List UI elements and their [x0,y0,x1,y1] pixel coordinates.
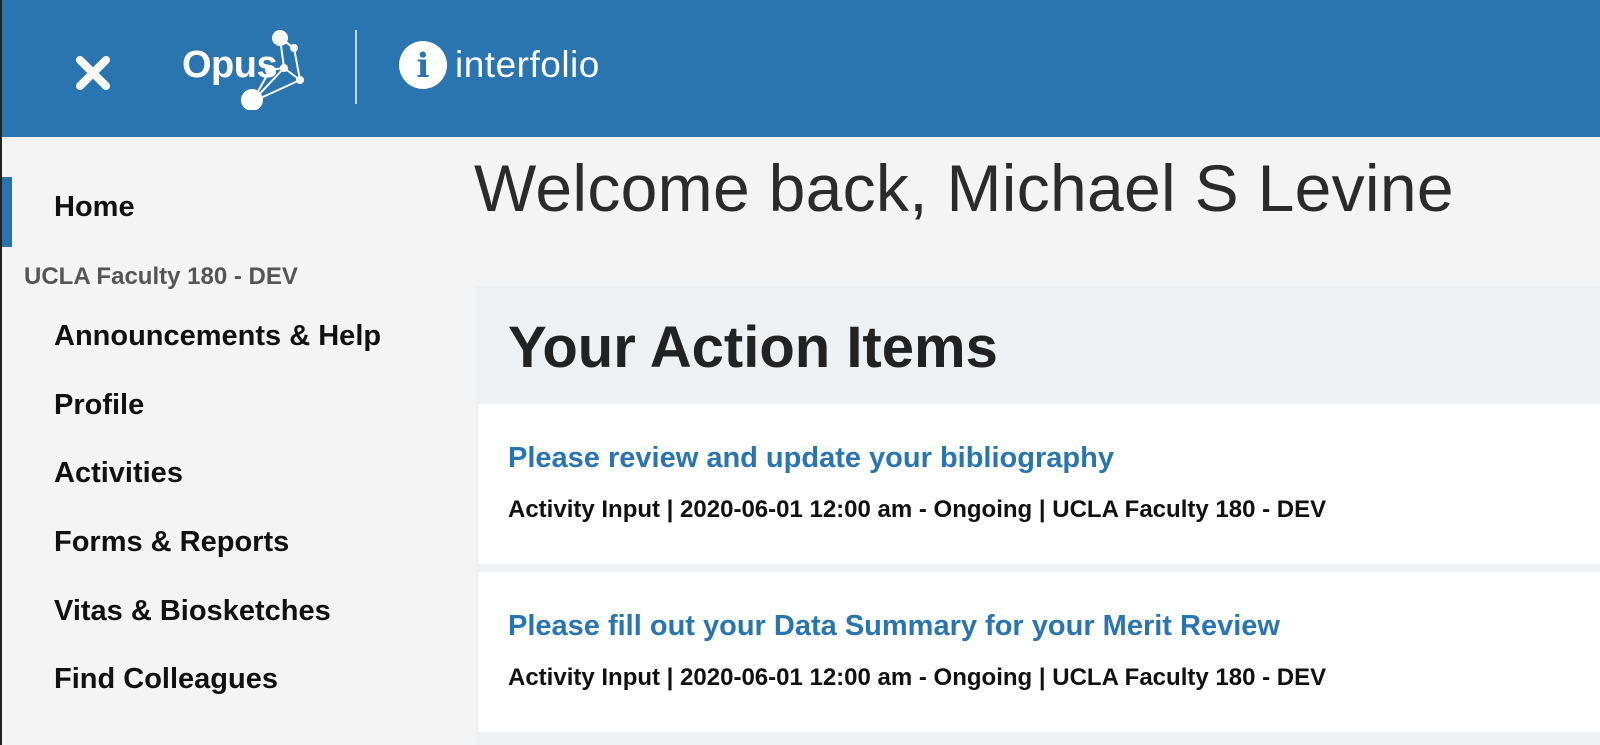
sidebar-section-label: UCLA Faculty 180 - DEV [24,263,298,290]
sidebar-nav: Home UCLA Faculty 180 - DEV Announcement… [2,137,472,745]
action-items-panel: Your Action Items Please review and upda… [476,286,1600,745]
close-menu-button[interactable] [64,44,122,102]
sidebar-item-find-colleagues[interactable]: Find Colleagues [54,663,278,696]
close-icon [76,56,110,90]
action-item-card: Please fill out your Data Summary for yo… [478,572,1600,732]
action-item-meta: Activity Input | 2020-06-01 12:00 am - O… [508,496,1327,523]
header-divider [355,30,357,104]
interfolio-logo-letter: i [416,46,430,86]
top-header: Opus i interfolio [2,0,1600,137]
page-title: Welcome back, Michael S Levine [474,151,1454,225]
sidebar-item-home[interactable]: Home [54,191,135,224]
interfolio-logo-text: interfolio [455,44,600,85]
sidebar-item-announcements[interactable]: Announcements & Help [54,320,381,353]
opus-logo[interactable]: Opus [182,26,312,110]
interfolio-info-icon: i [399,41,447,89]
sidebar-item-forms-reports[interactable]: Forms & Reports [54,526,289,559]
action-items-title: Your Action Items [508,315,998,380]
interfolio-logo[interactable]: i interfolio [399,40,600,90]
sidebar-item-vitas-biosketches[interactable]: Vitas & Biosketches [54,595,331,628]
app-root: Opus i interfolio Home UCLA Faculty 180 … [0,0,1600,745]
action-item-link[interactable]: Please fill out your Data Summary for yo… [508,610,1280,643]
action-item-card: Please review and update your bibliograp… [478,404,1600,564]
sidebar-item-activities[interactable]: Activities [54,457,183,490]
active-nav-indicator [2,177,12,247]
action-item-meta: Activity Input | 2020-06-01 12:00 am - O… [508,664,1327,691]
sidebar-item-profile[interactable]: Profile [54,389,144,422]
opus-logo-text: Opus [182,44,278,86]
action-item-link[interactable]: Please review and update your bibliograp… [508,442,1114,475]
